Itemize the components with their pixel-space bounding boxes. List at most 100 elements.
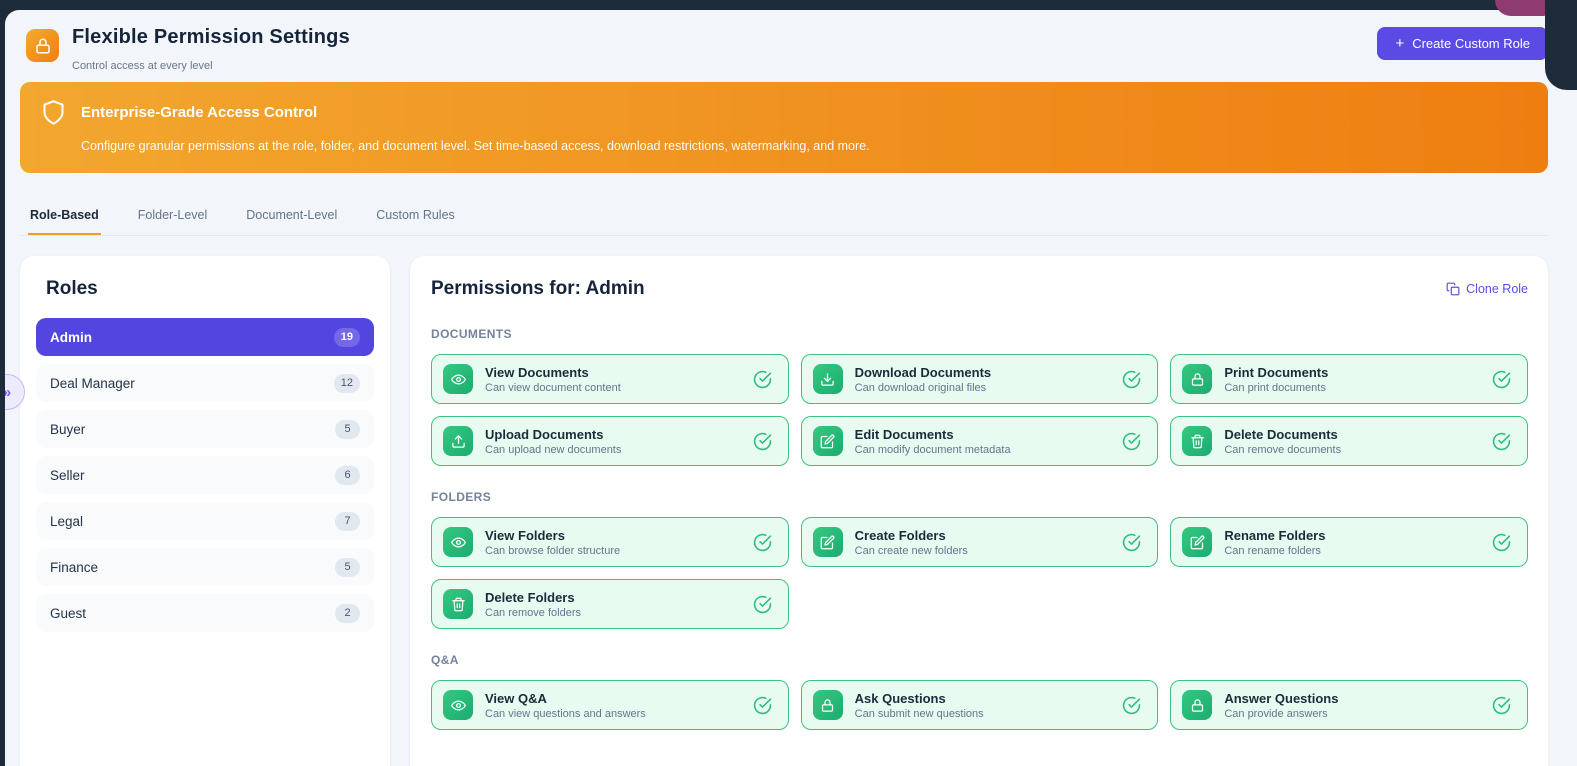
permission-sections: DOCUMENTS View Documents Can view document…: [431, 327, 1528, 730]
permission-card-edit-documents[interactable]: Edit Documents Can modify document metada…: [800, 416, 1159, 466]
clone-role-button[interactable]: Clone Role: [1446, 282, 1528, 296]
check-circle-icon: [753, 696, 772, 715]
main-content: Roles Admin 19 Deal Manager 12 Buyer 5 Seller 6…: [20, 256, 1548, 766]
upload-icon: [443, 426, 473, 456]
permission-description: Can submit new questions: [854, 707, 984, 720]
role-permission-count-badge: 5: [335, 557, 360, 577]
check-circle-icon: [1122, 696, 1141, 715]
roles-panel-title: Roles: [46, 278, 98, 299]
role-item-guest[interactable]: Guest 2: [36, 594, 374, 632]
download-icon: [812, 364, 843, 394]
role-permission-count-badge: 6: [335, 465, 360, 485]
role-name: Finance: [50, 559, 99, 575]
check-circle-icon: [753, 533, 772, 552]
permission-description: Can rename folders: [1224, 544, 1321, 557]
check-circle-icon: [1492, 432, 1511, 451]
permissions-header: Permissions for: Admin Clone Role: [431, 278, 1528, 300]
check-circle-icon: [753, 595, 772, 614]
edit-icon: [812, 527, 843, 557]
lock-icon: [1182, 690, 1213, 720]
window-frame-top: [0, 0, 1577, 10]
permission-card-delete-folders[interactable]: Delete Folders Can remove folders: [431, 579, 789, 629]
header-title-group: Flexible Permission Settings Control acc…: [26, 26, 350, 72]
permission-text: View Folders Can browse folder structure: [485, 528, 620, 557]
permission-text: Print Documents Can print documents: [1224, 365, 1328, 394]
permissions-title: Permissions for: Admin: [431, 278, 645, 299]
permission-card-delete-documents[interactable]: Delete Documents Can remove documents: [1170, 416, 1528, 466]
permissions-panel: Permissions for: Admin Clone Role DOCUME…: [410, 256, 1548, 766]
permission-card-answer-questions[interactable]: Answer Questions Can provide answers: [1170, 680, 1528, 730]
permission-card-upload-documents[interactable]: Upload Documents Can upload new documents: [431, 416, 789, 466]
role-permission-count-badge: 7: [335, 511, 360, 531]
tab-custom-rules[interactable]: Custom Rules: [374, 200, 457, 235]
check-circle-icon: [1122, 432, 1141, 451]
permission-text: View Q&A Can view questions and answers: [485, 691, 646, 720]
check-circle-icon: [1492, 533, 1511, 552]
permission-description: Can view questions and answers: [485, 707, 646, 720]
permission-text: Download Documents Can download original …: [855, 365, 992, 394]
role-permission-count-badge: 5: [335, 419, 360, 439]
check-circle-icon: [753, 432, 772, 451]
banner-title: Enterprise-Grade Access Control: [81, 104, 318, 121]
shield-icon: [40, 99, 67, 126]
permission-title: Create Folders: [854, 527, 946, 543]
permission-description: Can remove documents: [1224, 443, 1342, 456]
permission-card-view-folders[interactable]: View Folders Can browse folder structure: [431, 517, 789, 567]
edit-icon: [1182, 527, 1213, 557]
role-permission-count-badge: 2: [335, 603, 360, 623]
permission-title: Rename Folders: [1224, 527, 1326, 543]
role-item-finance[interactable]: Finance 5: [36, 548, 374, 586]
plus-icon: +: [1395, 35, 1405, 52]
permission-title: Answer Questions: [1224, 690, 1339, 706]
window-frame-corner: [1545, 0, 1577, 90]
window-frame-left: [0, 0, 5, 766]
tab-document-level[interactable]: Document-Level: [244, 200, 339, 235]
role-name: Deal Manager: [50, 375, 135, 391]
check-circle-icon: [753, 370, 772, 389]
permission-text: View Documents Can view document content: [485, 365, 621, 394]
permission-title: Edit Documents: [854, 426, 954, 442]
access-control-banner: Enterprise-Grade Access Control Configur…: [20, 82, 1548, 173]
chevrons-right-icon: »: [5, 384, 11, 401]
permission-card-download-documents[interactable]: Download Documents Can download original …: [800, 354, 1159, 404]
section-label: Q&A: [431, 653, 459, 667]
permission-text: Rename Folders Can rename folders: [1224, 528, 1325, 557]
permission-text: Delete Folders Can remove folders: [485, 590, 581, 619]
role-item-buyer[interactable]: Buyer 5: [36, 410, 374, 448]
role-name: Legal: [50, 513, 84, 529]
permission-title: Delete Folders: [485, 589, 575, 605]
role-item-admin[interactable]: Admin 19: [36, 318, 374, 356]
permission-card-ask-questions[interactable]: Ask Questions Can submit new questions: [800, 680, 1159, 730]
permission-card-rename-folders[interactable]: Rename Folders Can rename folders: [1170, 517, 1528, 567]
check-circle-icon: [1122, 533, 1141, 552]
permission-grid: View Folders Can browse folder structure C…: [431, 517, 1528, 629]
check-circle-icon: [1492, 696, 1511, 715]
check-circle-icon: [1492, 370, 1511, 389]
permission-card-view-documents[interactable]: View Documents Can view document content: [431, 354, 789, 404]
permission-card-print-documents[interactable]: Print Documents Can print documents: [1170, 354, 1528, 404]
role-name: Admin: [50, 329, 92, 345]
permission-settings-page: Flexible Permission Settings Control acc…: [5, 10, 1577, 766]
permission-grid: View Documents Can view document content D…: [431, 354, 1528, 466]
tab-folder-level[interactable]: Folder-Level: [136, 200, 209, 235]
permission-card-create-folders[interactable]: Create Folders Can create new folders: [800, 517, 1159, 567]
role-name: Seller: [50, 467, 85, 483]
header-text: Flexible Permission Settings Control acc…: [72, 26, 350, 72]
permission-title: Delete Documents: [1224, 426, 1338, 442]
check-circle-icon: [1122, 370, 1141, 389]
create-custom-role-label: Create Custom Role: [1412, 36, 1530, 51]
role-item-seller[interactable]: Seller 6: [36, 456, 374, 494]
page-subtitle: Control access at every level: [72, 60, 213, 72]
permission-title: View Documents: [485, 364, 589, 380]
create-custom-role-button[interactable]: + Create Custom Role: [1377, 27, 1548, 60]
roles-panel: Roles Admin 19 Deal Manager 12 Buyer 5 Seller 6…: [20, 256, 390, 766]
tab-role-based[interactable]: Role-Based: [28, 200, 101, 235]
permission-card-view-q-a[interactable]: View Q&A Can view questions and answers: [431, 680, 789, 730]
role-item-legal[interactable]: Legal 7: [36, 502, 374, 540]
page-header: Flexible Permission Settings Control acc…: [20, 10, 1548, 72]
page-title: Flexible Permission Settings: [72, 26, 350, 48]
permission-title: Upload Documents: [485, 426, 604, 442]
role-item-deal-manager[interactable]: Deal Manager 12: [36, 364, 374, 402]
permission-description: Can download original files: [854, 381, 987, 394]
permission-description: Can print documents: [1224, 381, 1326, 394]
